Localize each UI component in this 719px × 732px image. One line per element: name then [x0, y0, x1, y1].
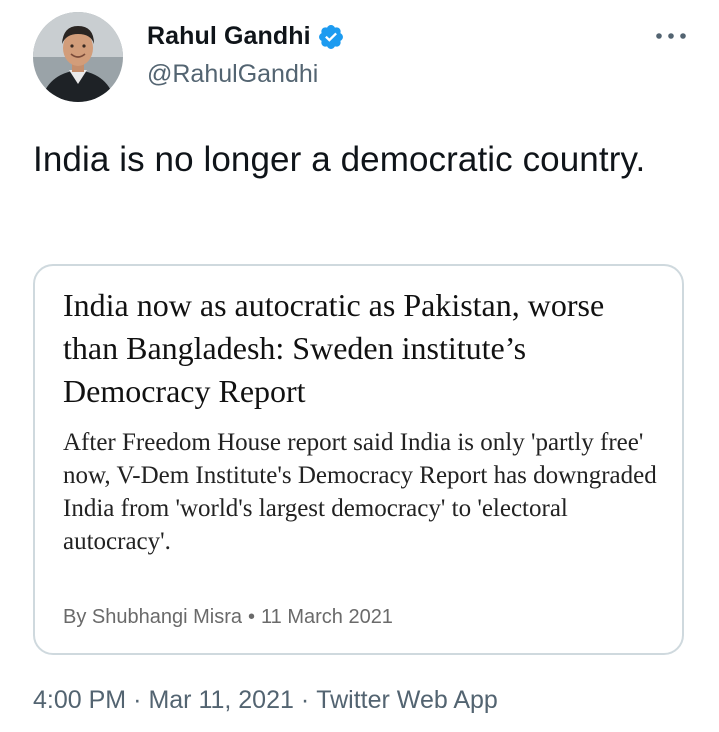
tweet-metadata: 4:00 PM · Mar 11, 2021 · Twitter Web App [33, 686, 498, 715]
byline-separator: • [247, 606, 255, 628]
card-byline: By Shubhangi Misra • 11 March 2021 [63, 606, 393, 629]
more-options-icon[interactable] [651, 24, 691, 48]
card-byline-date: 11 March 2021 [261, 606, 393, 628]
meta-separator: · [133, 686, 142, 714]
avatar[interactable] [33, 12, 123, 102]
author-name-row: Rahul Gandhi [147, 22, 345, 51]
verified-badge-icon [318, 24, 343, 49]
tweet: Rahul Gandhi @RahulGandhi India is no lo… [0, 0, 719, 732]
card-byline-author: By Shubhangi Misra [63, 606, 242, 628]
profile-photo-icon [33, 12, 123, 102]
author-handle[interactable]: @RahulGandhi [147, 60, 318, 89]
tweet-text: India is no longer a democratic country. [33, 140, 646, 179]
tweet-date[interactable]: Mar 11, 2021 [148, 686, 293, 714]
link-preview-card[interactable]: India now as autocratic as Pakistan, wor… [33, 264, 684, 655]
author-display-name[interactable]: Rahul Gandhi [147, 22, 311, 51]
meta-separator: · [300, 686, 310, 714]
card-headline: India now as autocratic as Pakistan, wor… [63, 287, 605, 409]
tweet-source[interactable]: Twitter Web App [316, 686, 498, 714]
card-summary: After Freedom House report said India is… [63, 429, 657, 555]
tweet-time[interactable]: 4:00 PM [33, 686, 126, 714]
